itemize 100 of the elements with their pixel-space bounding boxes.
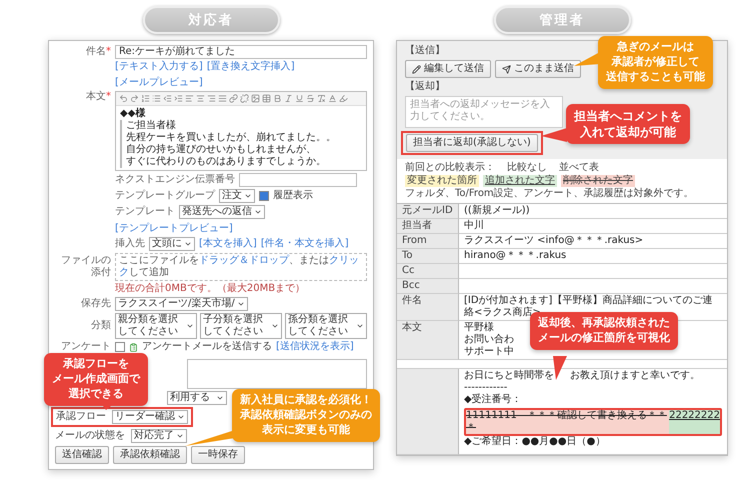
rich-text-editor[interactable]: ◆◆様 ご担当者様 先程ケーキを買いましたが、崩れてました。。 自分の持ち運びのせいかもしれませんが、 すぐに代わりのものはありますでしょうか。 [115, 91, 367, 171]
body-text: ◆ご希望日：●●月●●日（●） [464, 436, 606, 448]
section-title: 管理者 [494, 6, 630, 34]
table-cell: ラクススイーツ <info@＊＊＊.rakus> [459, 234, 727, 249]
chevron-down-icon [176, 432, 184, 440]
select-field[interactable]: ラクススイーツ/楽天市場/ [115, 297, 248, 311]
template-link[interactable]: [テンプレートプレビュー] [115, 223, 233, 235]
return-button[interactable]: 担当者に返却(承認しない) [406, 134, 538, 152]
redo-icon[interactable] [130, 94, 139, 103]
input-field[interactable] [239, 173, 357, 187]
form-button[interactable]: 承認依頼確認 [113, 446, 187, 464]
text-color-icon[interactable] [328, 94, 337, 103]
memo-field[interactable] [187, 359, 367, 389]
body-text: お問い合わ [464, 334, 514, 346]
editor-link[interactable]: [置き換え文字挿入] [206, 61, 295, 73]
section-label: 【送信】 [405, 45, 445, 57]
field-label: テンプレートグループ [115, 190, 215, 202]
align-justify-icon[interactable] [218, 94, 227, 103]
template-link[interactable]: [件名・本文を挿入] [260, 238, 349, 250]
chevron-down-icon [271, 322, 279, 330]
send-button[interactable]: 編集して送信 [405, 60, 491, 78]
strikethrough-icon[interactable] [306, 94, 315, 103]
select-field[interactable]: 子分類を選択してください [200, 313, 282, 339]
indent-icon[interactable] [174, 94, 183, 103]
select-field[interactable]: 発送先への返信 [179, 205, 265, 219]
checkbox-label: 履歴表示 [273, 190, 313, 202]
chevron-down-icon [184, 240, 192, 248]
callout-text: 入れて返却が可能 [580, 124, 676, 140]
select-field[interactable]: 対応完了 [131, 429, 187, 443]
file-drop-zone[interactable]: ここにファイルをドラッグ＆ドロップ、またはクリックして追加 [115, 253, 367, 281]
body-text: 平野様 [464, 322, 494, 334]
required-mark: * [106, 91, 111, 102]
chevron-down-icon [356, 322, 364, 330]
callout-text: 承認依頼確認ボタンのみの [240, 408, 372, 423]
row-header: To [397, 249, 459, 264]
field-label: メールの状態を [55, 430, 125, 442]
status-link[interactable]: [送信状況を表示] [276, 341, 354, 353]
select-field[interactable]: 親分類を選択してください [115, 313, 197, 339]
callout-text: 承認者が修正して [612, 54, 700, 70]
link-icon[interactable] [229, 94, 238, 103]
callout-text: 送信することも可能 [606, 70, 705, 85]
undo-icon[interactable] [119, 94, 128, 103]
field-label: アンケート [60, 341, 111, 353]
editor-link[interactable]: [メールプレビュー] [115, 77, 203, 89]
table-cell: hirano@＊＊＊.rakus [459, 249, 727, 264]
body-text: お日にちと時間帯を [464, 370, 554, 382]
select-field[interactable]: 文頭に [149, 237, 195, 251]
callout-text: メール作成画面で [52, 372, 140, 387]
table-cell: 中川 [459, 219, 727, 234]
italic-icon[interactable] [284, 94, 293, 103]
highlight-icon[interactable] [339, 94, 348, 103]
section-label: 【返却】 [405, 81, 445, 93]
legend-tag: 変更された箇所 [405, 175, 479, 187]
row-header: 担当者 [397, 219, 459, 234]
checkbox[interactable] [259, 191, 269, 201]
select-field[interactable]: 孫分類を選択してください [285, 313, 367, 339]
send-icon [502, 64, 511, 74]
editor-link[interactable]: [テキスト入力する] [115, 61, 203, 73]
align-center-icon[interactable] [196, 94, 205, 103]
callout-text: 新入社員に承認を必須化！ [240, 393, 372, 408]
attachment-note: 現在の合計0MBです。（最大20MBまで） [115, 283, 306, 295]
required-mark: * [106, 46, 111, 57]
bold-icon[interactable] [273, 94, 282, 103]
bullet-list-icon[interactable] [152, 94, 161, 103]
chevron-down-icon [236, 300, 245, 308]
form-button[interactable]: 送信確認 [55, 446, 109, 464]
send-button[interactable]: このまま送信 [495, 60, 581, 78]
legend-note: フォルダ、To/From設定、アンケート、承認履歴は対象外です。 [405, 188, 694, 200]
template-link[interactable]: [本文を挿入] [199, 238, 257, 250]
diff-highlight: 11111111 ＊＊＊確認して書き換える＊＊＊ 22222222 [464, 408, 722, 436]
chevron-down-icon [186, 322, 194, 330]
field-label: 承認フロー [56, 411, 106, 423]
body-text: お教え頂けますと幸いです。 [570, 370, 700, 382]
callout-text: 急ぎのメールは [617, 40, 694, 55]
select-field[interactable]: 注文 [219, 189, 255, 203]
return-message-field[interactable]: 担当者への返却メッセージを入力してください。 [405, 96, 563, 128]
compare-option[interactable]: 比較なし [507, 162, 547, 174]
body-text: ------------ [464, 382, 508, 394]
callout-text: 承認フローを [63, 357, 129, 372]
underline-icon[interactable] [295, 94, 304, 103]
numbered-list-icon[interactable] [141, 94, 150, 103]
outdent-icon[interactable] [163, 94, 172, 103]
select-field[interactable]: 利用する [167, 391, 227, 405]
align-right-icon[interactable] [207, 94, 216, 103]
row-header: 件名 [397, 294, 459, 321]
image-icon[interactable] [251, 94, 260, 103]
unlink-icon[interactable] [240, 94, 249, 103]
form-button[interactable]: 一時保存 [191, 446, 245, 464]
row-header: 本文 [397, 321, 459, 360]
field-label: 分類 [90, 320, 111, 332]
align-left-icon[interactable] [185, 94, 194, 103]
field-label: 件名* [85, 46, 111, 58]
checkbox[interactable] [115, 342, 125, 352]
callout-text: 表示に変更も可能 [262, 422, 350, 438]
clear-format-icon[interactable] [317, 94, 326, 103]
subject-field[interactable]: Re:ケーキが崩れてました [115, 45, 367, 59]
select-field[interactable]: リーダー確認 [112, 410, 188, 424]
callout-text: 選択できる [68, 386, 124, 402]
compare-option[interactable]: 並べて表 [559, 162, 599, 174]
table-icon[interactable] [262, 94, 271, 103]
